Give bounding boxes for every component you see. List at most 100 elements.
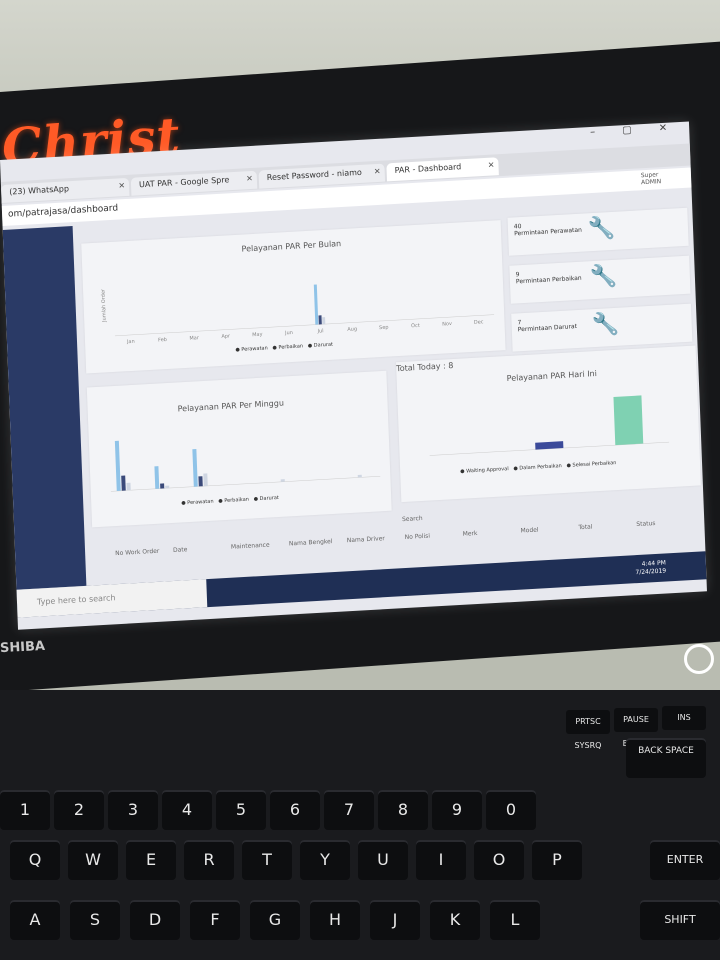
close-icon[interactable]: ✕ [246,174,253,183]
x-tick-label: Sep [379,325,389,332]
key-pause[interactable]: PAUSE BREAK [614,708,658,748]
key-prtsc[interactable]: PRTSC SYSRQ [566,710,610,750]
table-column-header[interactable]: No Polisi [405,533,431,541]
keyboard: PRTSC SYSRQ PAUSE BREAK INS BACK SPACE 1… [0,690,720,960]
bar [154,466,160,489]
x-tick-label: Jan [126,339,135,345]
legend-selesai: ● Selesai Perbaikan [566,460,617,469]
key-g[interactable]: G [250,900,300,940]
key-7[interactable]: 7 [324,790,374,830]
bar [318,315,322,325]
key-8[interactable]: 8 [378,790,428,830]
key-enter[interactable]: ENTER [650,840,720,880]
legend-perawatan: ● Perawatan [235,345,268,354]
key-q[interactable]: Q [10,840,60,880]
key-9[interactable]: 9 [432,790,482,830]
system-clock[interactable]: 4:44 PM 7/24/2019 [635,559,666,577]
key-u[interactable]: U [358,840,408,880]
x-tick-label: May [252,332,263,339]
key-j[interactable]: J [370,900,420,940]
wrench-icon: 🔧 [587,215,616,243]
tab-par-dashboard[interactable]: PAR - Dashboard ✕ [386,157,499,182]
key-0[interactable]: 0 [486,790,536,830]
user-menu[interactable]: Super ADMIN [641,171,662,186]
total-today: Total Today : 8 [396,361,454,374]
key-e[interactable]: E [126,840,176,880]
key-p[interactable]: P [532,840,582,880]
legend-dalam: ● Dalam Perbaikan [513,463,562,472]
weekly-chart [110,440,381,492]
table-column-header[interactable]: Merk [463,530,478,538]
table-column-header[interactable]: Status [636,520,655,528]
x-tick-label: Jul [316,328,323,334]
legend-perbaikan: ● Perbaikan [218,496,250,505]
chart-title: Pelayanan PAR Per Bulan [241,239,342,254]
key-5[interactable]: 5 [216,790,266,830]
y-axis-label: Jumlah Order [100,288,108,323]
power-button[interactable] [684,644,714,674]
key-l[interactable]: L [490,900,540,940]
key-k[interactable]: K [430,900,480,940]
legend: ● Perawatan ● Perbaikan ● Darurat [181,495,279,506]
key-3[interactable]: 3 [108,790,158,830]
table-column-header[interactable]: Date [173,546,188,554]
key-1[interactable]: 1 [0,790,50,830]
wrench-icon: 🔧 [591,311,620,339]
key-4[interactable]: 4 [162,790,212,830]
key-t[interactable]: T [242,840,292,880]
close-icon[interactable]: ✕ [488,160,495,169]
bar [126,482,131,491]
key-h[interactable]: H [310,900,360,940]
key-2[interactable]: 2 [54,790,104,830]
today-chart [429,395,670,456]
wrench-icon: 🔧 [589,263,618,291]
x-tick-label: Feb [158,337,167,343]
key-f[interactable]: F [190,900,240,940]
key-a[interactable]: A [10,900,60,940]
close-icon[interactable]: ✕ [374,167,381,176]
stat-card-darurat[interactable]: 7 Permintaan Darurat 🔧 [511,303,693,352]
search-label: Search [401,514,423,524]
key-o[interactable]: O [474,840,524,880]
x-tick-label: Dec [474,319,484,326]
table-column-header[interactable]: No Work Order [115,548,159,557]
key-ins[interactable]: INS [662,706,706,730]
close-icon[interactable]: ✕ [118,181,125,190]
stat-card-perbaikan[interactable]: 9 Permintaan Perbaikan 🔧 [509,255,691,304]
legend-waiting: ● Waiting Approval [460,466,509,475]
table-column-header[interactable]: Nama Driver [347,535,385,544]
bar [192,448,198,487]
table-column-header[interactable]: Model [520,527,538,535]
monthly-chart-card: Pelayanan PAR Per Bulan Jumlah Order Jan… [81,220,506,374]
key-r[interactable]: R [184,840,234,880]
bar [165,485,170,489]
x-tick-label: Apr [221,333,231,340]
stat-card-perawatan[interactable]: 40 Permintaan Perawatan 🔧 [507,207,689,256]
key-w[interactable]: W [68,840,118,880]
today-chart-card: Total Today : 8 Pelayanan PAR Hari Ini ●… [395,345,701,503]
chart-title: Pelayanan PAR Per Minggu [177,398,285,414]
table-column-header[interactable]: Total [578,524,592,532]
table-column-header[interactable]: Nama Bengkel [289,538,333,547]
bar [280,479,285,482]
bar [313,284,319,325]
laptop-screen: – ▢ ✕ (23) WhatsApp ✕ UAT PAR - Google Sp… [0,121,707,630]
key-s[interactable]: S [70,900,120,940]
legend: ● Perawatan ● Perbaikan ● Darurat [235,342,333,353]
key-y[interactable]: Y [300,840,350,880]
x-tick-label: Nov [442,321,452,328]
bar [357,474,362,478]
bar [613,395,644,446]
chart-title: Pelayanan PAR Hari Ini [506,369,598,384]
sidebar [2,226,87,590]
key-6[interactable]: 6 [270,790,320,830]
key-backspace[interactable]: BACK SPACE [626,738,706,778]
laptop-brand: SHIBA [0,638,46,657]
x-tick-label: Oct [411,323,420,329]
key-i[interactable]: I [416,840,466,880]
key-shift[interactable]: SHIFT [640,900,720,940]
bar [114,440,121,491]
key-d[interactable]: D [130,900,180,940]
monthly-chart: Jan Feb Mar Apr May Jun Jul Aug Sep Oct Nov Dec [114,284,495,345]
table-column-header[interactable]: Maintenance [231,542,270,551]
